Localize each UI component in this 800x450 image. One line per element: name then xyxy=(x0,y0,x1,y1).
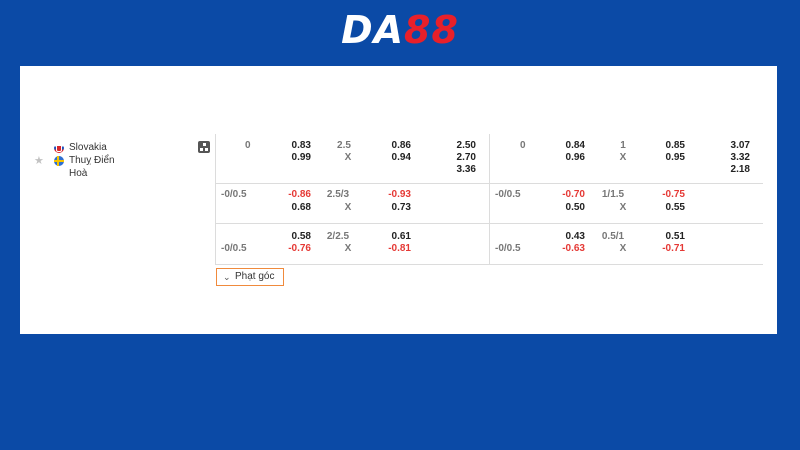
row-divider-1 xyxy=(216,183,763,184)
ft-ou-over-odds[interactable]: -0.93 xyxy=(371,189,411,201)
h1-ou-x: X xyxy=(619,202,627,213)
h1-hdp-line: 0 xyxy=(520,140,526,151)
ft-1x2-draw-odds[interactable]: 3.36 xyxy=(436,164,476,176)
row-divider-3 xyxy=(216,264,763,265)
row-divider-2 xyxy=(216,223,763,224)
ft-hdp-away-odds[interactable]: 0.68 xyxy=(271,202,311,214)
da88-logo: DA88 xyxy=(0,8,800,52)
stats-icon[interactable] xyxy=(198,141,210,153)
ft-hdp-home-odds[interactable]: 0.58 xyxy=(271,231,311,243)
ft-ou-over-odds[interactable]: 0.61 xyxy=(371,231,411,243)
ft-hdp-line: 0 xyxy=(245,140,251,151)
h1-ou-under-odds[interactable]: 0.95 xyxy=(645,152,685,164)
ft-ou-line: 2.5 xyxy=(337,140,351,151)
odds-panel: Slovakia ★ Thuỵ Điển Hoà 0 0.83 0.99 2.5… xyxy=(20,66,777,334)
ft-ou-x: X xyxy=(344,202,352,213)
h1-hdp-away-odds[interactable]: -0.63 xyxy=(545,243,585,255)
away-team-name: Thuỵ Điển xyxy=(69,155,115,166)
ft-hdp-home-odds[interactable]: 0.83 xyxy=(271,140,311,152)
h1-hdp-home-odds[interactable]: 0.43 xyxy=(545,231,585,243)
h1-ou-line: 1/1.5 xyxy=(601,189,625,200)
h1-ou-line: 0.5/1 xyxy=(601,231,625,242)
ft-hdp-line: -0/0.5 xyxy=(221,243,247,254)
ft-1x2-away-odds[interactable]: 2.70 xyxy=(436,152,476,164)
ft-hdp-away-odds[interactable]: -0.76 xyxy=(271,243,311,255)
ft-ou-x: X xyxy=(344,152,352,163)
h1-ou-x: X xyxy=(619,152,627,163)
h1-hdp-line: -0/0.5 xyxy=(495,189,521,200)
ft-hdp-home-odds[interactable]: -0.86 xyxy=(271,189,311,201)
ft-ou-under-odds[interactable]: 0.94 xyxy=(371,152,411,164)
ft-ou-over-odds[interactable]: 0.86 xyxy=(371,140,411,152)
h1-hdp-away-odds[interactable]: 0.50 xyxy=(545,202,585,214)
favorite-star-icon[interactable]: ★ xyxy=(34,154,44,167)
chevron-down-icon: ⌄ xyxy=(223,272,231,282)
h1-1x2-away-odds[interactable]: 3.32 xyxy=(710,152,750,164)
corners-button-label: Phạt góc xyxy=(235,271,275,282)
half-divider xyxy=(489,134,490,265)
ft-ou-line: 2.5/3 xyxy=(326,189,350,200)
ft-1x2-home-odds[interactable]: 2.50 xyxy=(436,140,476,152)
h1-ou-under-odds[interactable]: -0.71 xyxy=(645,243,685,255)
h1-hdp-home-odds[interactable]: 0.84 xyxy=(545,140,585,152)
ft-hdp-away-odds[interactable]: 0.99 xyxy=(271,152,311,164)
h1-ou-under-odds[interactable]: 0.55 xyxy=(645,202,685,214)
h1-ou-over-odds[interactable]: 0.85 xyxy=(645,140,685,152)
ft-ou-under-odds[interactable]: -0.81 xyxy=(371,243,411,255)
table-left-border xyxy=(215,134,216,265)
home-team-name: Slovakia xyxy=(69,142,107,153)
h1-ou-x: X xyxy=(619,243,627,254)
ft-hdp-line: -0/0.5 xyxy=(221,189,247,200)
draw-label: Hoà xyxy=(69,168,88,179)
h1-ou-over-odds[interactable]: -0.75 xyxy=(645,189,685,201)
ft-ou-x: X xyxy=(344,243,352,254)
h1-1x2-draw-odds[interactable]: 2.18 xyxy=(710,164,750,176)
h1-hdp-line: -0/0.5 xyxy=(495,243,521,254)
h1-hdp-away-odds[interactable]: 0.96 xyxy=(545,152,585,164)
sweden-flag-icon xyxy=(54,156,64,166)
corners-toggle-button[interactable]: ⌄ Phạt góc xyxy=(216,268,284,286)
h1-hdp-home-odds[interactable]: -0.70 xyxy=(545,189,585,201)
logo-text-88: 88 xyxy=(404,8,459,52)
slovakia-flag-icon xyxy=(54,143,64,153)
ft-ou-under-odds[interactable]: 0.73 xyxy=(371,202,411,214)
logo-text-da: DA xyxy=(341,8,405,52)
h1-1x2-home-odds[interactable]: 3.07 xyxy=(710,140,750,152)
ft-ou-line: 2/2.5 xyxy=(326,231,350,242)
h1-ou-line: 1 xyxy=(620,140,626,151)
h1-ou-over-odds[interactable]: 0.51 xyxy=(645,231,685,243)
